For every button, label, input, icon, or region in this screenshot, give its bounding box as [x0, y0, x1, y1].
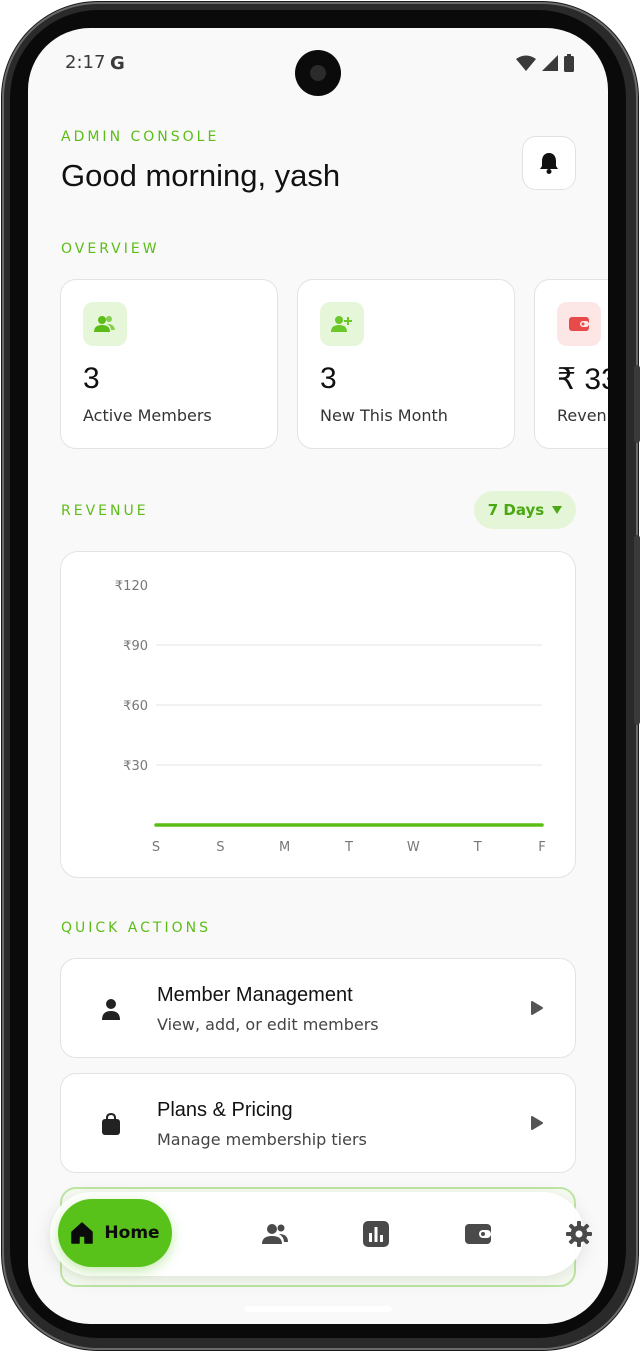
nav-members-tab[interactable]	[259, 1218, 291, 1250]
x-tick-label: M	[279, 840, 290, 855]
google-logo: G	[110, 53, 125, 74]
x-tick-label: S	[152, 840, 160, 855]
action-subtitle: Manage membership tiers	[157, 1130, 367, 1149]
revenue-heading: REVENUE	[61, 503, 149, 519]
y-tick-label: ₹60	[123, 699, 148, 714]
revenue-chart-svg: ₹120 ₹90 ₹60 ₹30 S S M T W T F	[115, 579, 546, 855]
nav-wallet-tab[interactable]	[462, 1218, 494, 1250]
action-title: Member Management	[157, 984, 353, 1006]
status-bar: 2:17 G	[28, 28, 608, 98]
y-tick-label: ₹120	[115, 579, 148, 594]
action-subtitle: View, add, or edit members	[157, 1015, 379, 1034]
stat-value: ₹ 33	[557, 363, 608, 396]
stat-label: Revenue	[557, 406, 608, 425]
wifi-icon	[516, 55, 536, 71]
stat-value: 3	[83, 362, 100, 395]
nav-reports-tab[interactable]	[360, 1218, 392, 1250]
action-title: Plans & Pricing	[157, 1099, 293, 1121]
overview-heading: OVERVIEW	[61, 241, 160, 257]
x-tick-label: W	[407, 840, 420, 855]
chevron-right-icon	[531, 1001, 543, 1015]
members-icon	[83, 302, 127, 346]
y-tick-label: ₹90	[123, 639, 148, 654]
power-button	[634, 535, 640, 725]
bottom-nav: Home	[50, 1192, 592, 1276]
battery-icon	[564, 54, 574, 72]
stat-label: Active Members	[83, 406, 212, 425]
home-icon	[71, 1222, 94, 1244]
add-person-icon	[320, 302, 364, 346]
x-tick-label: T	[473, 840, 482, 855]
stat-card-active-members[interactable]: 3 Active Members	[60, 279, 278, 449]
caret-down-icon	[552, 506, 563, 514]
x-tick-label: T	[344, 840, 353, 855]
wallet-icon	[557, 302, 601, 346]
bell-icon	[540, 153, 558, 174]
screen: 2:17 G ADMIN CONSOLE Good morning, yash …	[28, 28, 608, 1324]
member-management-action[interactable]: Member Management View, add, or edit mem…	[60, 958, 576, 1058]
stat-card-revenue[interactable]: ₹ 33 Revenue	[534, 279, 608, 449]
chevron-right-icon	[531, 1116, 543, 1130]
members-icon	[262, 1224, 288, 1244]
stat-value: 3	[320, 362, 337, 395]
bag-icon	[97, 1110, 125, 1138]
wallet-icon	[465, 1224, 491, 1244]
y-tick-label: ₹30	[123, 759, 148, 774]
settings-icon	[566, 1221, 592, 1247]
stat-card-new-this-month[interactable]: 3 New This Month	[297, 279, 515, 449]
notifications-button[interactable]	[522, 136, 576, 190]
front-camera	[295, 50, 341, 96]
nav-home-tab[interactable]: Home	[58, 1199, 172, 1267]
stat-label: New This Month	[320, 406, 448, 425]
status-time: 2:17	[65, 52, 106, 73]
person-icon	[97, 995, 125, 1023]
revenue-chart: ₹120 ₹90 ₹60 ₹30 S S M T W T F	[60, 551, 576, 878]
range-dropdown[interactable]: 7 Days	[474, 491, 576, 529]
chart-icon	[363, 1221, 389, 1247]
signal-icon	[542, 55, 558, 71]
home-indicator	[244, 1306, 392, 1312]
nav-settings-tab[interactable]	[563, 1218, 595, 1250]
x-tick-label: F	[538, 840, 545, 855]
plans-pricing-action[interactable]: Plans & Pricing Manage membership tiers	[60, 1073, 576, 1173]
volume-button	[634, 365, 640, 443]
status-icons	[516, 54, 574, 72]
range-label: 7 Days	[487, 501, 545, 519]
x-tick-label: S	[216, 840, 224, 855]
greeting-title: Good morning, yash	[61, 158, 341, 193]
quick-actions-heading: QUICK ACTIONS	[61, 920, 211, 936]
admin-console-eyebrow: ADMIN CONSOLE	[61, 129, 220, 145]
nav-home-label: Home	[104, 1223, 160, 1243]
